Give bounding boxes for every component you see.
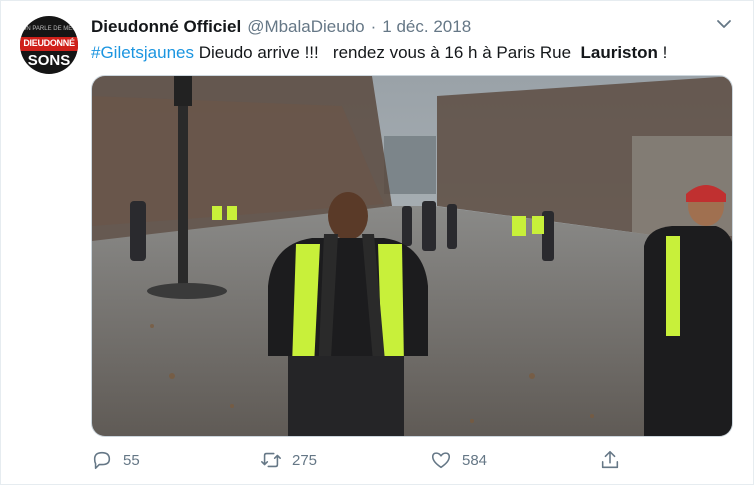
heart-icon — [431, 452, 451, 469]
tweet-text-end: ! — [657, 43, 668, 62]
avatar-bottom-text: SONS — [27, 52, 71, 69]
tweet-header: Dieudonné Officiel @MbalaDieudo · 1 déc.… — [91, 17, 471, 39]
reply-icon — [93, 451, 111, 470]
display-name[interactable]: Dieudonné Officiel — [91, 17, 241, 37]
retweet-button[interactable]: 275 — [260, 446, 317, 474]
tweet-photo[interactable] — [91, 75, 733, 437]
reply-count: 55 — [123, 451, 140, 469]
tweet-actions: 55 275 584 — [1, 446, 754, 474]
tweet-text: #Giletsjaunes Dieudo arrive !!! rendez v… — [91, 43, 667, 63]
share-button[interactable] — [599, 446, 631, 474]
hashtag-link[interactable]: #Giletsjaunes — [91, 43, 194, 62]
share-icon — [601, 450, 619, 469]
header-separator: · — [370, 17, 377, 36]
like-button[interactable]: 584 — [430, 446, 487, 474]
avatar-caption: ON PARLE DE MES — [21, 26, 77, 32]
chevron-down-icon[interactable] — [715, 17, 733, 31]
tweet-text-body: Dieudo arrive !!! rendez vous à 16 h à P… — [194, 43, 581, 62]
street-scene-image — [92, 76, 732, 436]
tweet-date[interactable]: 1 déc. 2018 — [382, 17, 471, 37]
retweet-icon — [261, 452, 281, 468]
reply-button[interactable]: 55 — [91, 446, 140, 474]
like-count: 584 — [462, 451, 488, 469]
tweet-card[interactable]: ON PARLE DE MES DIEUDONNÉ SONS Dieudonné… — [0, 0, 754, 485]
avatar-band-text: DIEUDONNÉ — [23, 38, 75, 48]
user-handle[interactable]: @MbalaDieudo — [247, 17, 364, 37]
retweet-count: 275 — [292, 451, 318, 469]
avatar[interactable]: ON PARLE DE MES DIEUDONNÉ SONS — [20, 16, 78, 74]
tweet-text-bold: Lauriston — [580, 43, 658, 62]
